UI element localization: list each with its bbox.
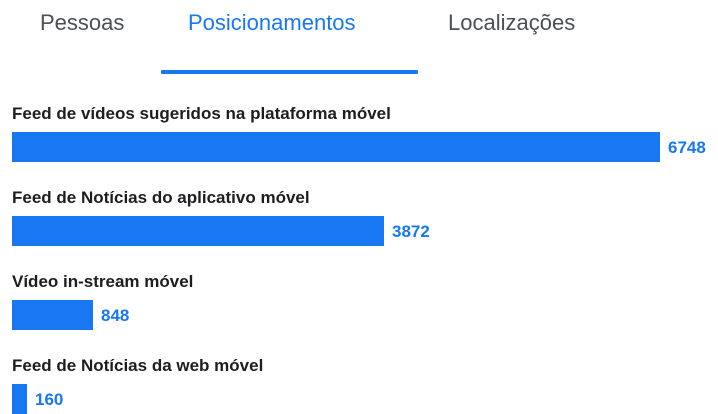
- bar: [12, 300, 93, 330]
- bar: [12, 216, 384, 246]
- bar-category-label: Feed de vídeos sugeridos na plataforma m…: [12, 104, 391, 123]
- placements-breakdown-panel: Pessoas Posicionamentos Localizações Fee…: [0, 0, 718, 414]
- bar-value-label: 3872: [392, 222, 430, 241]
- bar-value-label: 6748: [668, 138, 706, 157]
- bar-category-label: Vídeo in-stream móvel: [12, 272, 194, 291]
- bar-value-label: 848: [101, 306, 130, 325]
- bar-value-label: 160: [35, 390, 64, 409]
- bar-category-label: Feed de Notícias do aplicativo móvel: [12, 188, 310, 207]
- placements-bar-chart: Feed de vídeos sugeridos na plataforma m…: [0, 0, 718, 414]
- bar: [12, 132, 660, 162]
- bar: [12, 384, 27, 414]
- bar-category-label: Feed de Notícias da web móvel: [12, 356, 264, 375]
